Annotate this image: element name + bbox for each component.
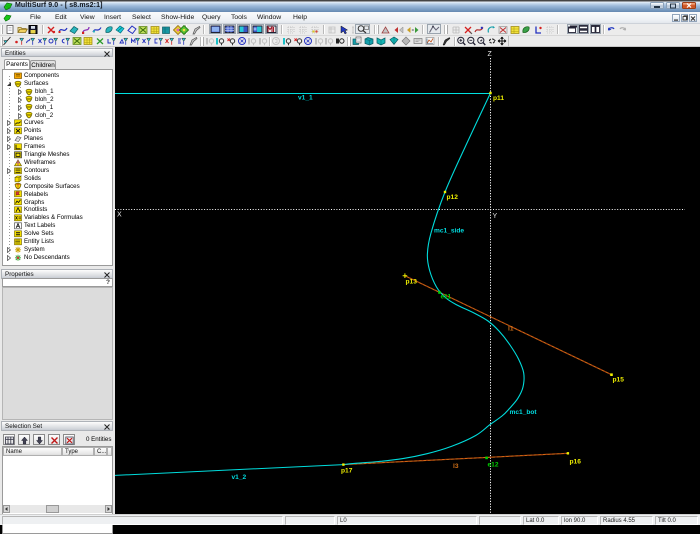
svg-text:p13: p13 (406, 279, 418, 286)
svg-text:Y: Y (493, 213, 498, 220)
svg-text:v1_1: v1_1 (298, 95, 313, 102)
svg-text:p16: p16 (570, 459, 582, 466)
svg-text:mc1_side: mc1_side (434, 228, 464, 235)
svg-text:X: X (117, 212, 122, 219)
svg-text:v1_2: v1_2 (232, 474, 247, 481)
svg-text:p17: p17 (341, 468, 353, 475)
svg-text:e12: e12 (488, 462, 499, 469)
svg-text:l1: l1 (508, 326, 514, 333)
svg-text:mc1_bot: mc1_bot (510, 409, 538, 416)
svg-text:Z: Z (488, 51, 493, 58)
svg-text:p11: p11 (493, 95, 504, 102)
svg-text:l3: l3 (453, 463, 459, 470)
svg-text:p12: p12 (447, 194, 459, 201)
svg-text:p15: p15 (613, 377, 625, 384)
svg-text:e11: e11 (441, 294, 452, 301)
